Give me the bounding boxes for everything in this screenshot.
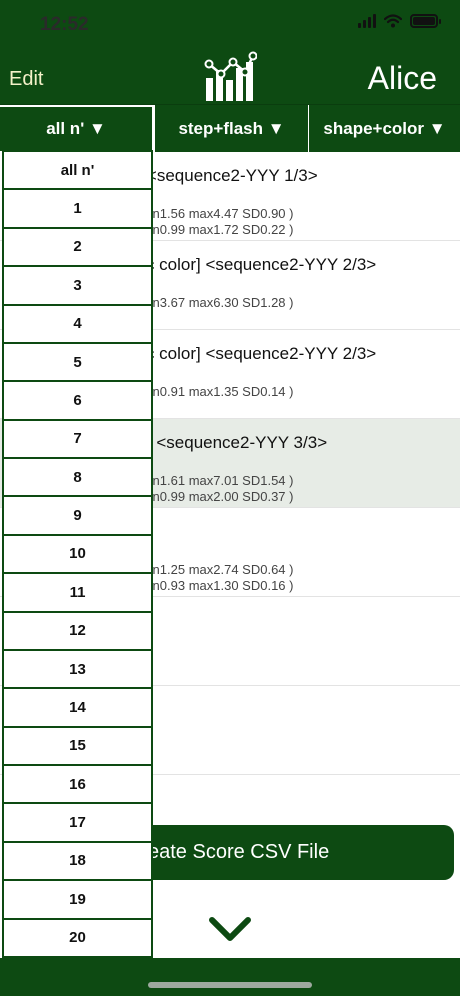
dropdown-option[interactable]: 20 xyxy=(4,919,151,956)
dropdown-option[interactable]: 11 xyxy=(4,574,151,611)
status-icons xyxy=(358,14,441,28)
home-indicator[interactable] xyxy=(148,982,312,988)
filter-bar: all n' ▼ step+flash ▼ shape+color ▼ xyxy=(0,104,460,153)
list-item-title: e] <sequence2-YYY 1/3> xyxy=(128,166,318,185)
dropdown-option[interactable]: 18 xyxy=(4,842,151,880)
nav-bar: 12:52 Edit Alice xyxy=(0,0,460,104)
filter-type-dropdown[interactable]: shape+color ▼ xyxy=(308,105,460,153)
list-item-title: sec color] <sequence2-YYY 2/3> xyxy=(128,255,377,274)
dropdown-option[interactable]: 4 xyxy=(4,305,151,342)
dropdown-option[interactable]: 14 xyxy=(4,689,151,726)
signal-icon xyxy=(358,14,376,28)
list-item-title: sec color] <sequence2-YYY 2/3> xyxy=(128,344,377,363)
dropdown-option[interactable]: 15 xyxy=(4,727,151,764)
dropdown-option[interactable]: 6 xyxy=(4,382,151,419)
dropdown-option[interactable]: all n' xyxy=(4,152,151,189)
dropdown-option[interactable]: 10 xyxy=(4,535,151,573)
dropdown-option[interactable]: 1 xyxy=(4,190,151,227)
chevron-down-icon[interactable] xyxy=(208,914,252,944)
dropdown-option[interactable]: 12 xyxy=(4,612,151,649)
dropdown-option[interactable]: 17 xyxy=(4,804,151,841)
dropdown-option[interactable]: 16 xyxy=(4,766,151,803)
battery-icon xyxy=(410,14,441,28)
wifi-icon xyxy=(384,14,402,28)
dropdown-option[interactable]: 5 xyxy=(4,343,151,381)
dropdown-option[interactable]: 8 xyxy=(4,459,151,496)
filter-n-dropdown[interactable]: all n' ▼ xyxy=(0,105,154,153)
chart-logo-icon xyxy=(204,51,257,101)
n-dropdown-menu: all n' 1 2 3 4 5 6 7 8 9 10 11 12 13 14 15 16 17 18 19 20 xyxy=(2,150,153,958)
dropdown-option[interactable]: 3 xyxy=(4,267,151,304)
dropdown-option[interactable]: 2 xyxy=(4,228,151,266)
create-csv-button[interactable]: eate Score CSV File xyxy=(128,825,454,880)
bottom-bar xyxy=(0,958,460,996)
status-time: 12:52 xyxy=(40,14,89,35)
filter-mode-dropdown[interactable]: step+flash ▼ xyxy=(154,105,308,153)
dropdown-option[interactable]: 13 xyxy=(4,650,151,688)
dropdown-option[interactable]: 9 xyxy=(4,497,151,534)
list-item-title: pe] <sequence2-YYY 3/3> xyxy=(128,433,328,452)
dropdown-option[interactable]: 7 xyxy=(4,420,151,457)
dropdown-option[interactable]: 19 xyxy=(4,881,151,918)
edit-button[interactable]: Edit xyxy=(9,68,43,91)
user-name[interactable]: Alice xyxy=(368,60,437,97)
